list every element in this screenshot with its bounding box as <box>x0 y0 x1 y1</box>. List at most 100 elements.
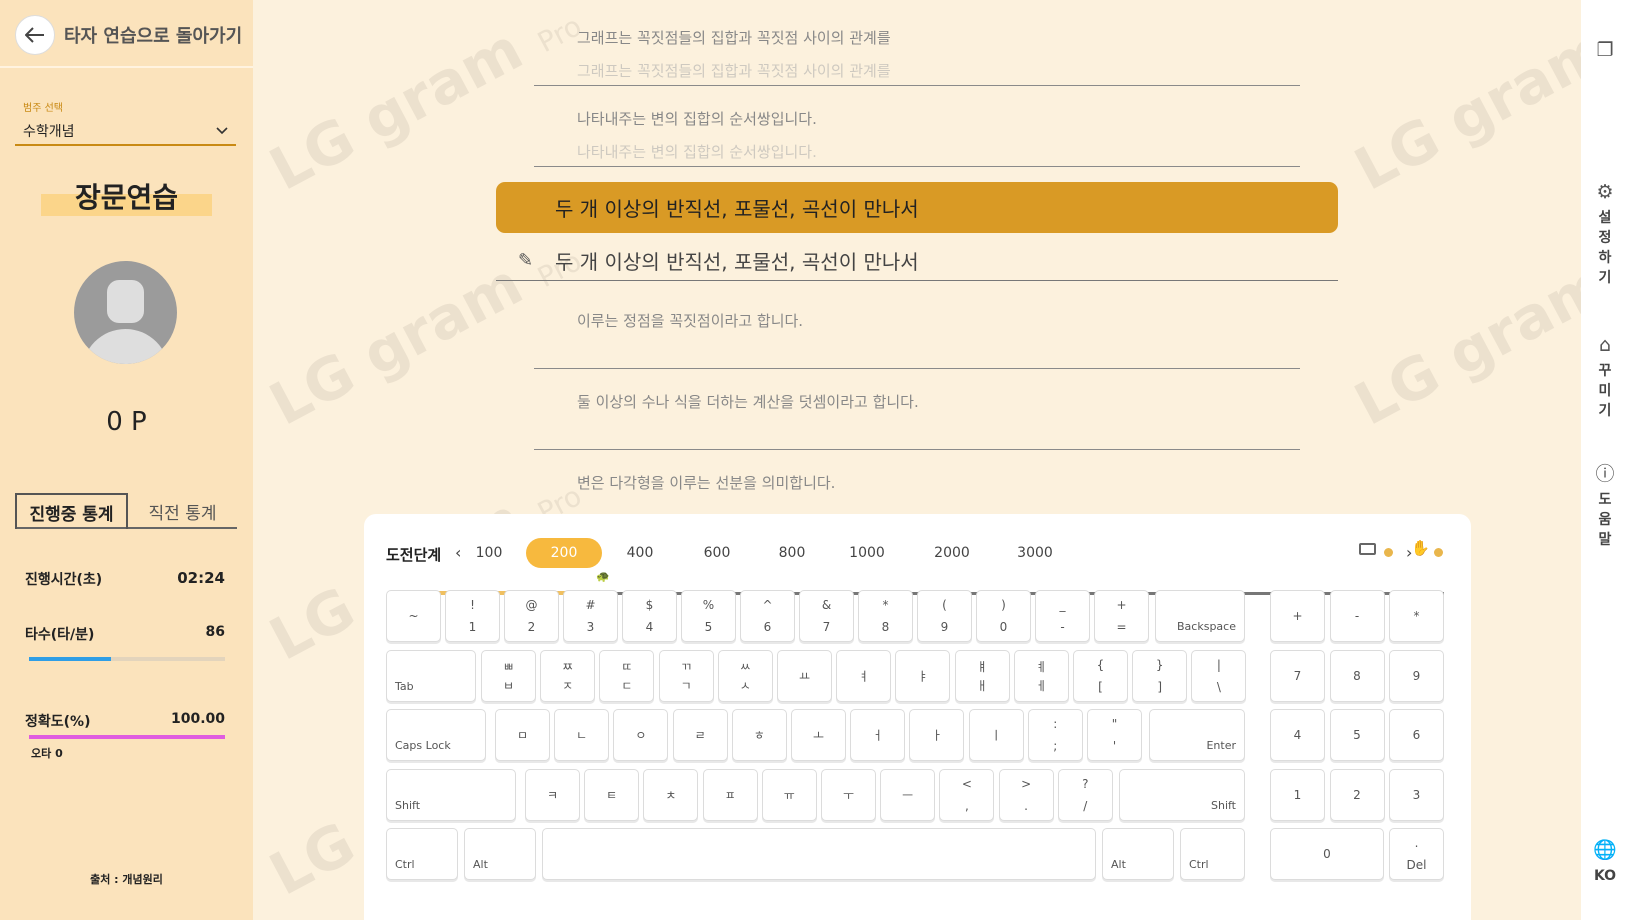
help-button[interactable]: ⓘ 도움말 <box>1581 464 1629 550</box>
typing-input[interactable]: ✎ 두 개 이상의 반직선, 포물선, 곡선이 만나서 <box>496 241 1338 281</box>
key-row4-2[interactable]: ㅊ <box>643 769 699 821</box>
level-option-800[interactable]: 800 <box>754 538 830 568</box>
key-row1-1[interactable]: ! 1 <box>445 590 500 642</box>
numpad-key-del[interactable]: . Del <box>1389 828 1444 880</box>
numpad-key-8[interactable]: 8 <box>1329 650 1385 702</box>
key-ctrl-right[interactable]: Ctrl <box>1180 828 1245 880</box>
numpad-key-9[interactable]: 9 <box>1389 650 1444 702</box>
key-row1-9[interactable]: (9 <box>917 590 972 642</box>
tab-previous-stats[interactable]: 직전 통계 <box>128 493 237 529</box>
window-icon[interactable]: ❐ <box>1581 40 1629 66</box>
level-option-200[interactable]: 200 <box>526 538 602 568</box>
hand-toggle-icon[interactable]: ✋ <box>1411 539 1430 557</box>
key-row1-8[interactable]: * 8 <box>858 590 913 642</box>
key-row4-9[interactable]: ? / <box>1057 769 1113 821</box>
key-row2-1[interactable]: ㅉㅈ <box>540 650 596 702</box>
key-row3-9[interactable]: :; <box>1027 709 1083 761</box>
key-row4-5[interactable]: ㅜ <box>821 769 876 821</box>
numpad-key-+[interactable]: + <box>1270 590 1325 642</box>
key-row4-3[interactable]: ㅍ <box>702 769 758 821</box>
key-row1-0[interactable]: ~ <box>386 590 441 642</box>
key-row4-6[interactable]: ㅡ <box>880 769 936 821</box>
key-row3-0[interactable]: ㅁ <box>495 709 550 761</box>
key-row2-10[interactable]: {[ <box>1073 650 1128 702</box>
back-label[interactable]: 타자 연습으로 돌아가기 <box>64 22 242 48</box>
level-option-600[interactable]: 600 <box>679 538 755 568</box>
key-row2-3[interactable]: ㄲㄱ <box>658 650 714 702</box>
level-option-400[interactable]: 400 <box>602 538 678 568</box>
key-row4-8[interactable]: >. <box>998 769 1054 821</box>
key-row4-7[interactable]: <, <box>939 769 995 821</box>
numpad-key-7[interactable]: 7 <box>1270 650 1325 702</box>
language-button[interactable]: 🌐 KO <box>1581 840 1629 886</box>
key-row2-11[interactable]: }] <box>1132 650 1188 702</box>
numpad-key-4[interactable]: 4 <box>1270 709 1325 761</box>
key-row1-6[interactable]: ^ 6 <box>740 590 795 642</box>
tab-current-stats[interactable]: 진행중 통계 <box>15 493 128 529</box>
level-option-2000[interactable]: 2000 <box>914 538 990 568</box>
key-shift-left[interactable]: Shift <box>386 769 516 821</box>
key-row1-11[interactable]: _ - <box>1035 590 1090 642</box>
numpad-key--[interactable]: - <box>1329 590 1385 642</box>
numpad-key-0[interactable]: 0 <box>1270 828 1384 880</box>
key-row2-0[interactable]: ㅃㅂ <box>481 650 536 702</box>
settings-label: 설정하기 <box>1598 210 1612 286</box>
key-alt-right[interactable]: Alt <box>1102 828 1174 880</box>
numpad-key-1[interactable]: 1 <box>1270 769 1325 821</box>
key-row3-5[interactable]: ㅗ <box>791 709 846 761</box>
key-row2-8[interactable]: ㅒㅐ <box>954 650 1010 702</box>
key-row2-12[interactable]: | \ <box>1191 650 1247 702</box>
key-backspace[interactable]: Backspace <box>1155 590 1245 642</box>
key-row4-1[interactable]: ㅌ <box>584 769 640 821</box>
key-shift-right[interactable]: Shift <box>1119 769 1245 821</box>
numpad-key-2[interactable]: 2 <box>1329 769 1385 821</box>
key-row1-5[interactable]: % 5 <box>681 590 736 642</box>
key-ctrl-left[interactable]: Ctrl <box>386 828 458 880</box>
typing-input-text[interactable]: 두 개 이상의 반직선, 포물선, 곡선이 만나서 <box>555 246 919 275</box>
decorate-button[interactable]: ⌂ 꾸미기 <box>1581 335 1629 421</box>
numpad-key-*[interactable]: * <box>1389 590 1444 642</box>
key-row4-0[interactable]: ㅋ <box>525 769 580 821</box>
key-row3-7[interactable]: ㅏ <box>909 709 965 761</box>
numpad-key-5[interactable]: 5 <box>1329 709 1385 761</box>
keyboard-toggle-icon[interactable] <box>1359 543 1376 555</box>
key-row1-10[interactable]: ) 0 <box>976 590 1031 642</box>
key-row4-4[interactable]: ㅠ <box>761 769 817 821</box>
key-alt-left[interactable]: Alt <box>464 828 536 880</box>
decorate-label: 꾸미기 <box>1598 363 1612 419</box>
key-row2-4[interactable]: ㅆㅅ <box>717 650 773 702</box>
key-row1-2[interactable]: @2 <box>504 590 559 642</box>
key-row3-6[interactable]: ㅓ <box>850 709 906 761</box>
back-arrow-icon[interactable] <box>15 15 55 55</box>
key-row1-3[interactable]: #3 <box>563 590 618 642</box>
key-row1-4[interactable]: $4 <box>622 590 677 642</box>
key-row2-9[interactable]: ㅖㅔ <box>1013 650 1069 702</box>
key-row3-2[interactable]: ㅇ <box>613 709 669 761</box>
key-tab[interactable]: Tab <box>386 650 476 702</box>
key-row1-12[interactable]: + = <box>1094 590 1149 642</box>
level-option-1000[interactable]: 1000 <box>829 538 905 568</box>
key-row2-2[interactable]: ㄸㄷ <box>599 650 655 702</box>
key-space[interactable] <box>542 828 1096 880</box>
key-ctrl-right-label: Ctrl <box>1189 858 1209 871</box>
key-caps-lock[interactable]: Caps Lock <box>386 709 486 761</box>
level-option-3000[interactable]: 3000 <box>997 538 1073 568</box>
key-row2-6[interactable]: ㅕ <box>836 650 892 702</box>
key-row3-10-label: ' <box>1112 739 1117 753</box>
key-enter[interactable]: Enter <box>1149 709 1245 761</box>
key-row1-7[interactable]: & 7 <box>799 590 854 642</box>
category-select[interactable]: 수학개념 <box>15 117 236 146</box>
key-row3-10[interactable]: " ' <box>1087 709 1142 761</box>
key-row3-1[interactable]: ㄴ <box>554 709 610 761</box>
numpad-key-6[interactable]: 6 <box>1389 709 1444 761</box>
back-button[interactable]: 타자 연습으로 돌아가기 <box>15 15 242 55</box>
key-row2-5[interactable]: ㅛ <box>777 650 832 702</box>
settings-button[interactable]: ⚙ 설정하기 <box>1581 182 1629 288</box>
key-row3-3[interactable]: ㄹ <box>672 709 728 761</box>
key-row1-10-label: 0 <box>999 620 1008 634</box>
key-row3-4[interactable]: ㅎ <box>731 709 787 761</box>
level-option-100[interactable]: 100 <box>451 538 527 568</box>
numpad-key-3[interactable]: 3 <box>1389 769 1444 821</box>
key-row2-7[interactable]: ㅑ <box>895 650 951 702</box>
key-row3-8[interactable]: ㅣ <box>968 709 1024 761</box>
